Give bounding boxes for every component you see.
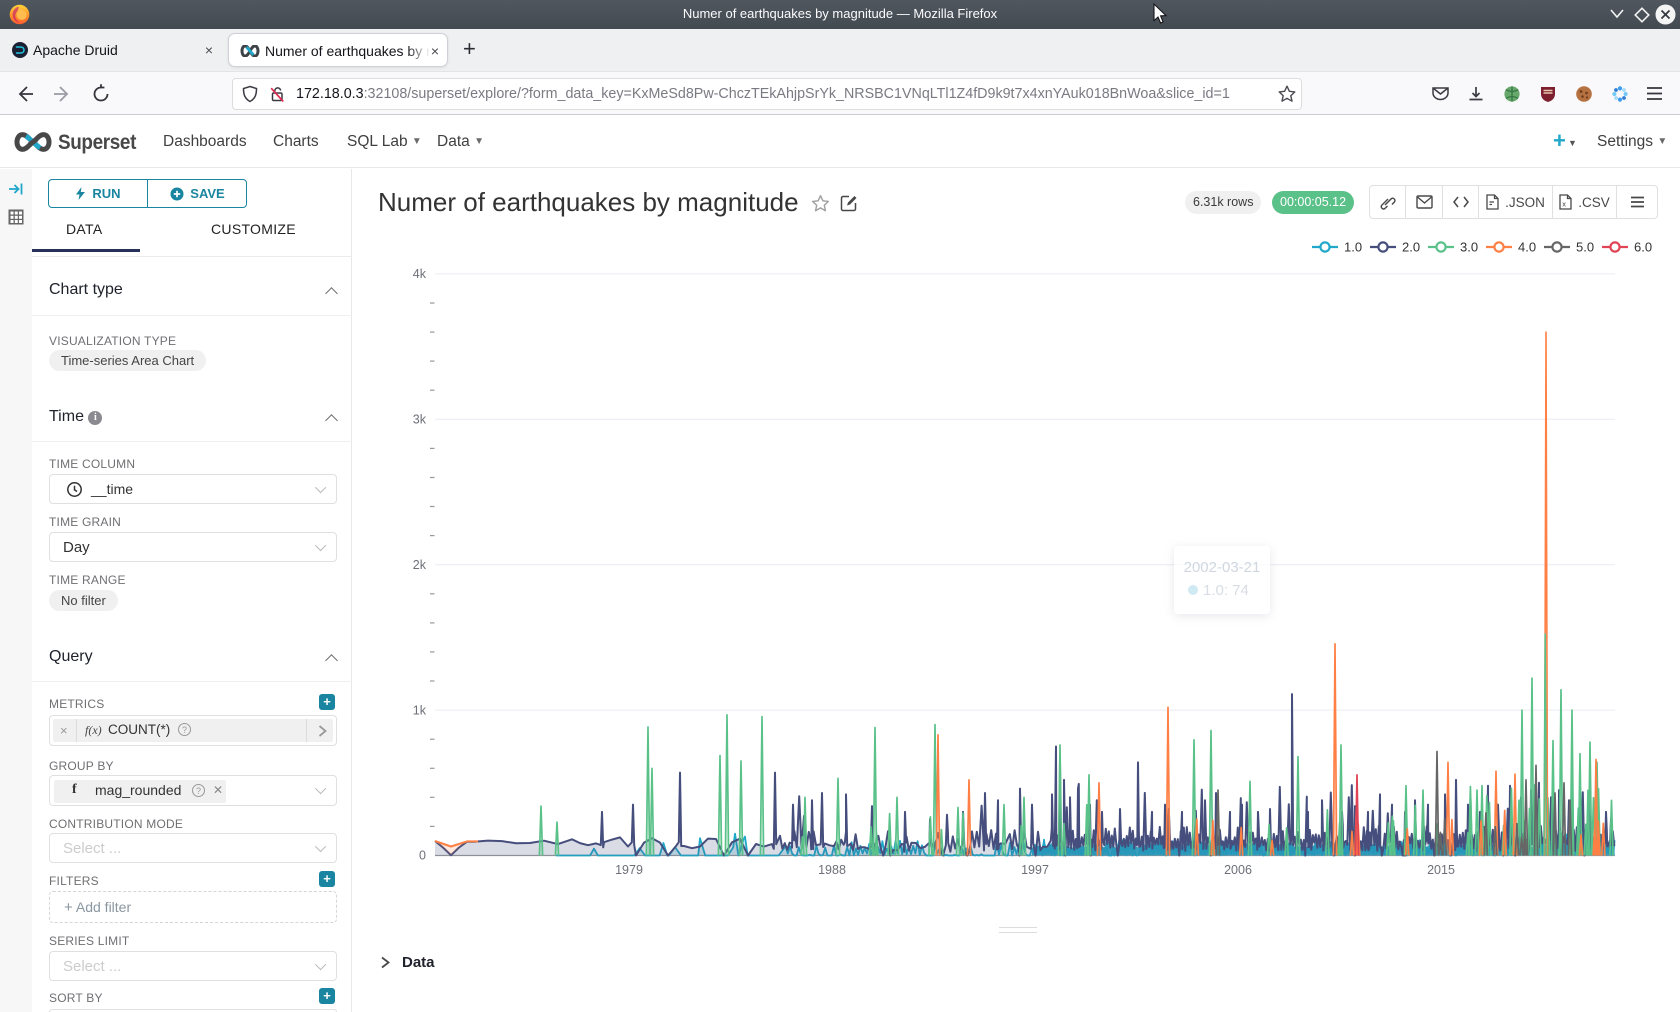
svg-text:x: x: [1562, 200, 1566, 209]
